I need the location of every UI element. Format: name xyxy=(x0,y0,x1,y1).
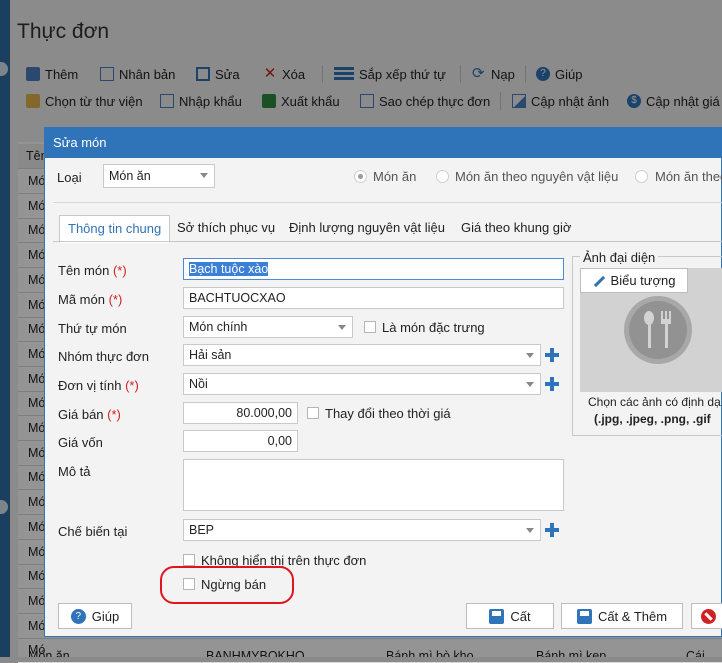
divider xyxy=(53,202,722,203)
radio-mon-an-theo[interactable] xyxy=(635,170,648,183)
dish-code-input[interactable]: BACHTUOCXAO xyxy=(183,287,564,309)
description-label: Mô tả xyxy=(58,464,91,479)
save-button[interactable]: Cất xyxy=(466,603,554,629)
tab-underline xyxy=(53,241,722,242)
type-select-value: Món ăn xyxy=(109,169,151,183)
cost-label: Giá vốn xyxy=(58,435,103,450)
save-and-add-button[interactable]: Cất & Thêm xyxy=(561,603,683,629)
unit-select[interactable]: Nồi xyxy=(183,373,541,395)
chevron-down-icon xyxy=(338,325,346,330)
variable-price-checkbox[interactable] xyxy=(307,407,319,419)
dish-order-value: Món chính xyxy=(189,320,248,334)
radio-mon-an-nvl-label: Món ăn theo nguyên vật liệu xyxy=(455,169,619,184)
menu-group-label: Nhóm thực đơn xyxy=(58,349,149,364)
description-textarea[interactable] xyxy=(183,459,564,511)
pencil-icon xyxy=(593,275,605,287)
unit-value: Nồi xyxy=(189,377,208,391)
icon-picker-button[interactable]: Biểu tượng xyxy=(580,268,688,293)
radio-mon-an-theo-label: Món ăn theo xyxy=(655,169,722,184)
variable-price-label: Thay đổi theo thời giá xyxy=(325,406,451,421)
save-icon xyxy=(489,608,505,624)
cancel-button[interactable] xyxy=(691,603,722,629)
kitchen-select[interactable]: BEP xyxy=(183,519,541,541)
cancel-icon xyxy=(700,608,716,624)
add-unit-icon[interactable] xyxy=(544,376,560,392)
signature-dish-label: Là món đặc trưng xyxy=(382,320,485,335)
dish-order-select[interactable]: Món chính xyxy=(183,316,353,338)
highlight-circle xyxy=(160,566,294,604)
menu-group-value: Hải sản xyxy=(189,348,232,362)
avatar-hint: Chọn các ảnh có định dạ xyxy=(588,395,721,409)
tab-service-preferences[interactable]: Sở thích phục vụ xyxy=(169,215,283,241)
type-select[interactable]: Món ăn xyxy=(103,164,215,188)
help-button[interactable]: ? Giúp xyxy=(58,603,132,629)
tab-price-by-time[interactable]: Giá theo khung giờ xyxy=(453,215,579,241)
tab-general-info[interactable]: Thông tin chung xyxy=(59,215,171,243)
dialog-titlebar: Sửa món xyxy=(45,128,721,158)
chevron-down-icon xyxy=(526,353,534,358)
chevron-down-icon xyxy=(200,173,208,178)
dish-code-label: Mã món (*) xyxy=(58,292,123,307)
dish-name-input[interactable]: Bạch tuộc xào xyxy=(183,258,564,280)
hide-on-menu-checkbox[interactable] xyxy=(183,554,195,566)
add-kitchen-icon[interactable] xyxy=(544,522,560,538)
edit-dish-dialog: Sửa món Loại Món ăn Món ăn Món ăn theo n… xyxy=(44,127,722,637)
price-input[interactable]: 80.000,00 xyxy=(183,402,298,424)
help-icon: ? xyxy=(70,608,86,624)
dish-placeholder-icon xyxy=(624,296,692,364)
kitchen-label: Chế biến tại xyxy=(58,524,128,539)
kitchen-value: BEP xyxy=(189,523,215,537)
dish-order-label: Thứ tự món xyxy=(58,321,127,336)
dish-name-label: Tên món (*) xyxy=(58,263,127,278)
radio-mon-an-nvl[interactable] xyxy=(436,170,449,183)
add-group-icon[interactable] xyxy=(544,347,560,363)
type-label: Loại xyxy=(57,170,82,185)
price-label: Giá bán (*) xyxy=(58,407,121,422)
signature-dish-checkbox[interactable] xyxy=(364,321,376,333)
cost-input[interactable]: 0,00 xyxy=(183,430,298,452)
avatar-formats: (.jpg, .jpeg, .png, .gif xyxy=(594,412,711,426)
menu-group-select[interactable]: Hải sản xyxy=(183,344,541,366)
avatar-label: Ảnh đại diện xyxy=(580,250,659,265)
radio-mon-an[interactable] xyxy=(354,170,367,183)
dish-name-value: Bạch tuộc xào xyxy=(189,262,269,276)
save-add-icon xyxy=(576,608,592,624)
dialog-title: Sửa món xyxy=(53,135,107,150)
chevron-down-icon xyxy=(526,382,534,387)
unit-label: Đơn vị tính (*) xyxy=(58,378,139,393)
radio-mon-an-label: Món ăn xyxy=(373,169,417,184)
chevron-down-icon xyxy=(526,528,534,533)
tab-ingredient-quantity[interactable]: Định lượng nguyên vật liệu xyxy=(281,215,453,241)
